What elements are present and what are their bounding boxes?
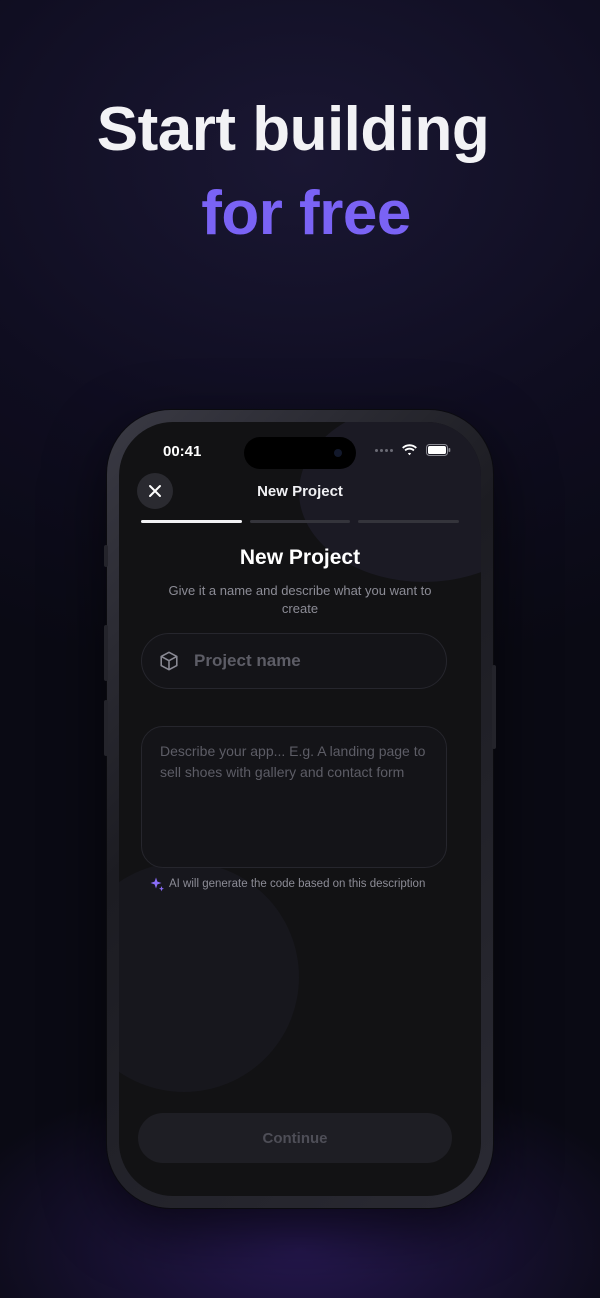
step-1-indicator (141, 520, 242, 523)
battery-icon (426, 444, 451, 456)
phone-volume-up (104, 625, 108, 681)
form-subtitle: Give it a name and describe what you wan… (168, 583, 432, 616)
status-indicators (375, 444, 451, 456)
sparkle-icon (150, 877, 164, 892)
hero-line-2: for free (201, 179, 411, 248)
status-time: 00:41 (163, 443, 202, 460)
phone-power-button (492, 665, 496, 749)
ai-hint: AI will generate the code based on this … (149, 876, 425, 892)
dynamic-island (244, 437, 356, 469)
description-field[interactable] (141, 726, 447, 868)
phone-screen: 00:41 New Project New Project Give it a … (119, 422, 481, 1196)
hero-heading: Start building for free (0, 88, 600, 256)
project-name-field[interactable] (141, 633, 447, 689)
signal-icon (375, 448, 393, 452)
hero-line-1: Start building (96, 95, 490, 164)
wifi-icon (402, 444, 417, 456)
project-name-input[interactable] (194, 651, 434, 671)
step-3-indicator (358, 520, 460, 523)
ai-hint-text: AI will generate the code based on this … (169, 878, 426, 890)
phone-action-button (104, 545, 108, 567)
description-input[interactable] (160, 741, 428, 853)
camera-lens (334, 449, 342, 457)
phone-mockup: 00:41 New Project New Project Give it a … (104, 410, 496, 1208)
cube-icon (160, 651, 178, 671)
background-blob-bottom (119, 862, 299, 1092)
nav-title: New Project (257, 483, 343, 500)
phone-volume-down (104, 700, 108, 756)
continue-button[interactable]: Continue (138, 1113, 452, 1163)
step-2-indicator (249, 520, 351, 523)
form-title: New Project (239, 546, 361, 569)
step-progress (141, 520, 460, 523)
